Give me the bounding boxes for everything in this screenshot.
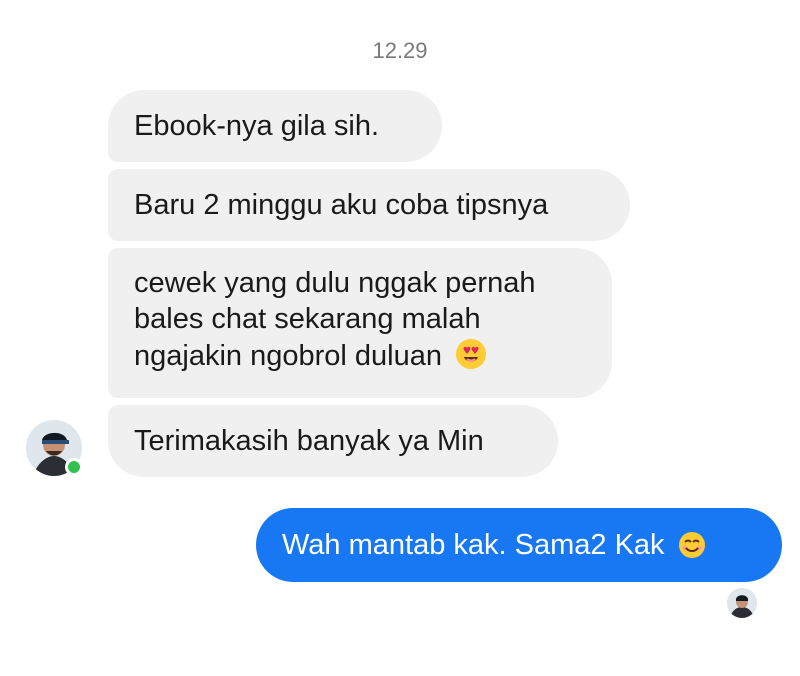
read-receipt-avatar [727, 588, 757, 618]
online-status-dot [65, 458, 83, 476]
smiling-face-emoji-icon [677, 530, 707, 569]
message-line: bales chat sekarang malah [134, 303, 481, 335]
message-text: Baru 2 minggu aku coba tipsnya [134, 189, 549, 221]
heart-eyes-emoji-icon [454, 337, 488, 380]
incoming-message-bubble[interactable]: Ebook-nya gila sih. [108, 90, 442, 162]
incoming-message-bubble[interactable]: Terimakasih banyak ya Min [108, 405, 558, 477]
incoming-message-bubble[interactable]: Baru 2 minggu aku coba tipsnya [108, 169, 630, 241]
outgoing-message-bubble[interactable]: Wah mantab kak. Sama2 Kak [256, 508, 782, 582]
message-line-with-emoji: ngajakin ngobrol duluan [134, 337, 586, 380]
message-line: cewek yang dulu nggak pernah [134, 267, 536, 299]
top-cropped-indicator [400, 0, 540, 6]
incoming-message-bubble[interactable]: cewek yang dulu nggak pernah bales chat … [108, 248, 612, 398]
message-text: Ebook-nya gila sih. [134, 110, 380, 142]
chat-timestamp: 12.29 [372, 38, 428, 63]
message-text: Wah mantab kak. Sama2 Kak [282, 529, 665, 561]
message-line: ngajakin ngobrol duluan [134, 340, 442, 372]
message-text: Terimakasih banyak ya Min [134, 425, 484, 457]
